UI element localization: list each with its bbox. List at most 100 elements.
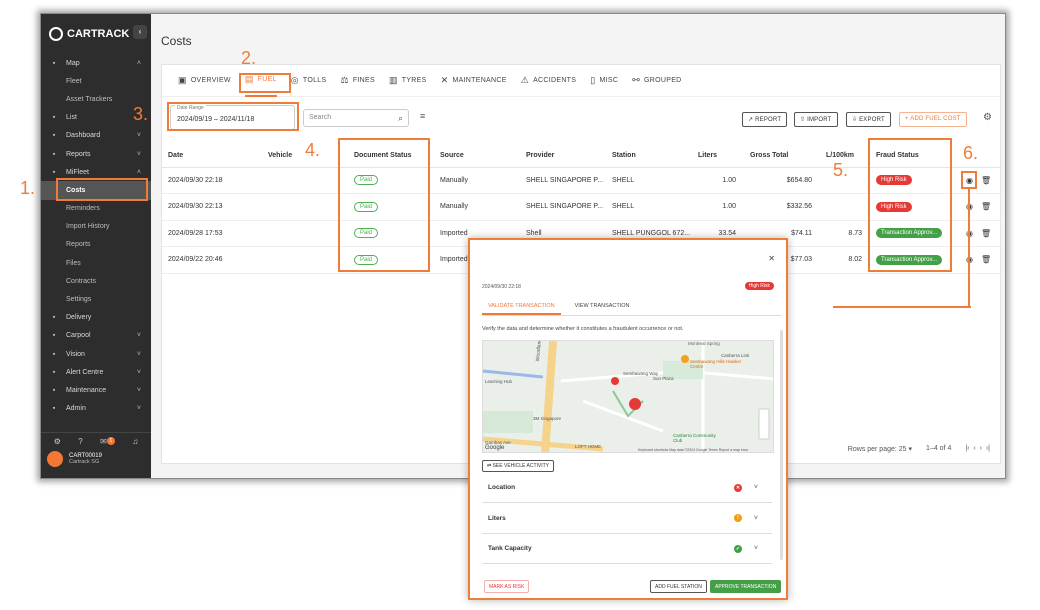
check-liters[interactable]: Liters! ˅ bbox=[482, 504, 772, 534]
pagination-controls[interactable]: |‹ ‹ › ›| bbox=[965, 445, 990, 453]
status-fail-icon: ✕ bbox=[734, 483, 742, 492]
bell-icon[interactable]: ♫ bbox=[132, 437, 138, 447]
delete-icon[interactable]: 🗑 bbox=[981, 229, 991, 238]
sidebar-footer: ⚙ ? ✉ 1 ♫ CART00019 Cartrack SG bbox=[41, 432, 151, 478]
sidebar-item-maintenance[interactable]: ▪ Maintenance ˅ bbox=[41, 381, 151, 399]
add-fuel-cost-button[interactable]: + ADD FUEL COST bbox=[899, 112, 967, 127]
sidebar-item-reminders[interactable]: Reminders bbox=[41, 200, 151, 218]
sidebar-item-carpool[interactable]: ▪ Carpool ˅ bbox=[41, 327, 151, 345]
table-settings-icon[interactable]: ⚙ bbox=[983, 112, 992, 123]
tab-accidents[interactable]: ⚠ ACCIDENTS bbox=[521, 75, 577, 86]
tab-fines[interactable]: ⚖ FINES bbox=[340, 75, 375, 86]
sidebar-item-settings[interactable]: Settings bbox=[41, 290, 151, 308]
chevron-icon: ˅ bbox=[136, 350, 141, 358]
search-icon: ⌕ bbox=[397, 113, 403, 123]
chevron-icon: ˅ bbox=[136, 386, 141, 394]
tab-tolls[interactable]: ◎ TOLLS bbox=[291, 75, 327, 86]
collapse-sidebar-button[interactable]: ‹ bbox=[133, 25, 147, 39]
sidebar-item-reports[interactable]: Reports bbox=[41, 236, 151, 254]
sidebar-item-vision[interactable]: ▪ Vision ˅ bbox=[41, 345, 151, 363]
tab-misc[interactable]: ▯ MISC bbox=[590, 75, 618, 86]
status-ok-icon: ✓ bbox=[734, 544, 742, 553]
tab-tyres[interactable]: ▥ TYRES bbox=[389, 75, 427, 86]
see-vehicle-activity-button[interactable]: ⇄ SEE VEHICLE ACTIVITY bbox=[482, 460, 554, 472]
map-label-sun-plaza: Sun Plaza bbox=[653, 376, 674, 381]
column-header[interactable]: Date bbox=[162, 145, 262, 168]
tab-grouped[interactable]: ⚯ GROUPED bbox=[632, 75, 681, 86]
check-location[interactable]: Location ✕ ˅ bbox=[482, 473, 772, 503]
account-switcher[interactable]: CART00019 Cartrack SG bbox=[41, 447, 151, 471]
cell-date: 2024/09/30 22:13 bbox=[162, 193, 262, 221]
sidebar-item-delivery[interactable]: ▪ Delivery bbox=[41, 309, 151, 327]
cell-text: SHELL bbox=[612, 176, 635, 184]
column-header[interactable]: Station bbox=[606, 145, 692, 168]
row-actions: ◉ 🗑 bbox=[960, 220, 1002, 247]
cell-text: $332.56 bbox=[786, 203, 812, 211]
sidebar-item-fleet[interactable]: Fleet bbox=[41, 72, 151, 90]
sidebar-item-contracts[interactable]: Contracts bbox=[41, 272, 151, 290]
column-header[interactable]: Gross Total bbox=[744, 145, 820, 168]
sidebar-item-files[interactable]: Files bbox=[41, 254, 151, 272]
restaurant-pin-icon bbox=[681, 355, 689, 363]
approve-transaction-button[interactable]: APPROVE TRANSACTION bbox=[710, 580, 782, 593]
rows-per-page-select[interactable]: 25 bbox=[899, 446, 907, 453]
export-button[interactable]: ⇩ EXPORT bbox=[846, 112, 891, 127]
cell-text: Shell bbox=[526, 229, 542, 237]
column-header[interactable]: Liters bbox=[692, 145, 744, 168]
admin-icon: ▪ bbox=[52, 405, 56, 413]
tab-view-transaction[interactable]: VIEW TRANSACTION bbox=[569, 300, 636, 315]
transaction-map[interactable]: Woodlands Ave 10 Montreal Spring Canberr… bbox=[482, 340, 774, 453]
dialog-scrollbar[interactable] bbox=[780, 330, 783, 560]
tab-overview[interactable]: ▣ OVERVIEW bbox=[178, 75, 231, 86]
sidebar-item-map[interactable]: ▪ Map ˄ bbox=[41, 54, 151, 72]
pagination-range: 1–4 of 4 bbox=[926, 445, 952, 452]
check-tank-capacity[interactable]: Tank Capacity ✓ ˅ bbox=[482, 534, 772, 564]
cartrack-logo-icon bbox=[49, 27, 63, 41]
search-input[interactable]: Search ⌕ bbox=[303, 109, 409, 127]
validate-transaction-dialog: ✕ 2024/09/30 22:18 High Risk VALIDATE TR… bbox=[468, 238, 788, 600]
account-name: Cartrack SG bbox=[69, 459, 100, 465]
tab-label: FINES bbox=[352, 77, 375, 84]
delete-icon[interactable]: 🗑 bbox=[981, 176, 991, 185]
avatar bbox=[47, 451, 63, 467]
sidebar-item-label: Contracts bbox=[66, 277, 96, 285]
google-logo: Google bbox=[485, 445, 505, 451]
highlight-document-status bbox=[338, 138, 430, 272]
cell-text: 8.73 bbox=[848, 229, 862, 237]
sidebar-item-alert-centre[interactable]: ▪ Alert Centre ˅ bbox=[41, 363, 151, 381]
cell-source: Manually bbox=[434, 193, 520, 221]
cell-l100 bbox=[820, 193, 870, 221]
sidebar-item-admin[interactable]: ▪ Admin ˅ bbox=[41, 400, 151, 418]
help-icon[interactable]: ? bbox=[78, 437, 82, 447]
rows-per-page-label: Rows per page: bbox=[847, 446, 897, 453]
filter-icon[interactable]: ≡ bbox=[420, 111, 425, 121]
sidebar-item-dashboard[interactable]: ▪ Dashboard ˅ bbox=[41, 127, 151, 145]
overview-icon: ▣ bbox=[178, 75, 187, 85]
tab-label: ACCIDENTS bbox=[533, 77, 577, 84]
close-icon[interactable]: ✕ bbox=[768, 254, 775, 263]
sidebar-item-label: Vision bbox=[66, 350, 85, 358]
messages-icon[interactable]: ✉ 1 bbox=[100, 437, 115, 447]
cell-station: SHELL bbox=[606, 193, 692, 221]
tab-maintenance[interactable]: ✕ MAINTENANCE bbox=[441, 75, 507, 86]
sidebar-item-reports[interactable]: ▪ Reports ˅ bbox=[41, 145, 151, 163]
misc-icon: ▯ bbox=[590, 75, 596, 85]
cell-liters: 1.00 bbox=[692, 193, 744, 221]
delete-icon[interactable]: 🗑 bbox=[981, 202, 991, 211]
sidebar-item-import-history[interactable]: Import History bbox=[41, 218, 151, 236]
cell-date: 2024/09/28 17:53 bbox=[162, 220, 262, 247]
cell-vehicle bbox=[262, 246, 348, 274]
cell-text: Imported bbox=[440, 256, 468, 264]
dialog-description: Verify the data and determine whether it… bbox=[482, 326, 684, 332]
tab-validate-transaction[interactable]: VALIDATE TRANSACTION bbox=[482, 300, 561, 315]
import-button[interactable]: ⇧ IMPORT bbox=[794, 112, 838, 127]
report-button[interactable]: ↗ REPORT bbox=[742, 112, 788, 127]
settings-icon[interactable]: ⚙ bbox=[54, 437, 61, 447]
add-fuel-station-button[interactable]: ADD FUEL STATION bbox=[650, 580, 707, 593]
mark-as-risk-button[interactable]: MARK AS RISK bbox=[484, 580, 530, 593]
delete-icon[interactable]: 🗑 bbox=[981, 255, 991, 264]
column-header[interactable]: Provider bbox=[520, 145, 606, 168]
map-icon: ▪ bbox=[52, 59, 56, 67]
cell-text: Imported bbox=[440, 229, 468, 237]
column-header[interactable]: Source bbox=[434, 145, 520, 168]
